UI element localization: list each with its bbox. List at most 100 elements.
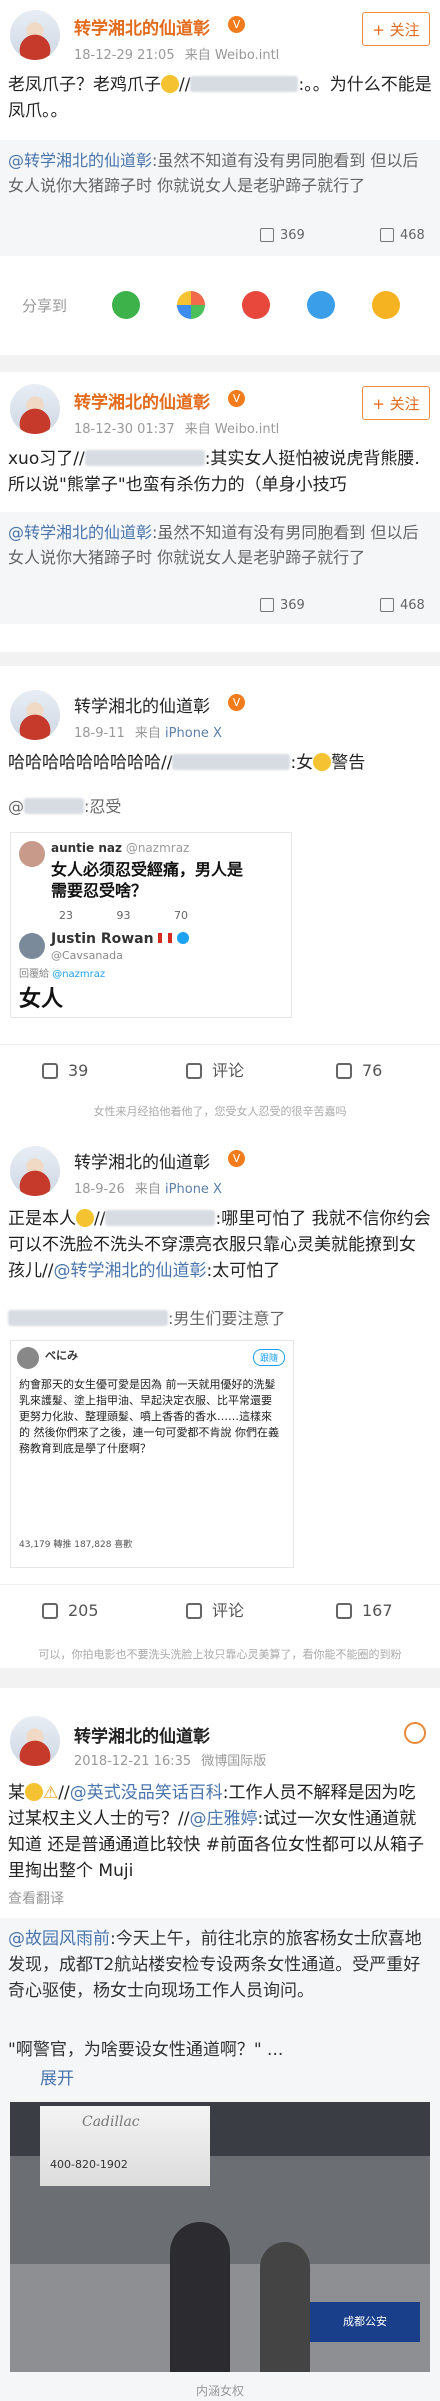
like-button[interactable]: 167 — [336, 1585, 393, 1637]
avatar[interactable] — [10, 1146, 60, 1196]
tweet2-handle: @Cavsanada — [51, 949, 123, 962]
repost-photo[interactable]: Cadillac 400-820-1902 成都公安 — [10, 2102, 430, 2372]
blurred-username — [8, 1310, 168, 1326]
tweet-text: 約會那天的女生優可愛是因為 前一天就用優好的洗髮乳來護髮、塗上指甲油、早起決定衣… — [19, 1378, 279, 1455]
like-button[interactable]: 76 — [336, 1045, 382, 1097]
translate-link[interactable]: 查看翻译 — [8, 1888, 64, 1908]
separator — [0, 652, 440, 666]
source-prefix: 来自 — [184, 48, 211, 63]
like-count[interactable]: 468 — [380, 598, 425, 613]
post-meta: 2018-12-21 16:35 微博国际版 — [74, 1754, 267, 1769]
repost-icon — [42, 1603, 58, 1619]
username[interactable]: 转学湘北的仙道彰 — [74, 14, 210, 39]
post-card: 转学湘北的仙道彰 V 18-12-29 21:05 来自 Weibo.intl … — [0, 0, 440, 355]
verified-badge: V — [228, 390, 245, 407]
username[interactable]: 转学湘北的仙道彰 — [74, 692, 210, 717]
post-meta: 18-9-26 来自 iPhone X — [74, 1182, 222, 1197]
repost-block: @转学湘北的仙道彰:虽然不知道有没有男同胞看到 但以后女人说你大猪蹄子时 你就说… — [0, 512, 440, 624]
post-meta: 18-12-30 01:37 来自 Weibo.intl — [74, 422, 280, 437]
verified-check-icon — [177, 932, 190, 944]
weibo-icon[interactable] — [242, 291, 270, 319]
action-bar: 39 评论 76 — [0, 1044, 440, 1097]
mention-link[interactable]: @故园风雨前 — [8, 1929, 110, 1949]
avatar[interactable] — [10, 690, 60, 740]
ad-panel: Cadillac 400-820-1902 — [40, 2106, 210, 2186]
mention-link[interactable]: @英式没品笑话百科 — [70, 1783, 223, 1803]
post-text: 老凤爪子？老鸡爪子//:。。为什么不能是凤爪。。 — [8, 75, 432, 121]
comment-button[interactable]: 评论 — [186, 1585, 244, 1637]
emoji-icon — [313, 753, 332, 771]
username[interactable]: 转学湘北的仙道彰 — [74, 1148, 210, 1173]
blurred-username — [24, 798, 84, 814]
tweet2-author: Justin Rowan — [51, 931, 190, 947]
moments-icon[interactable] — [177, 291, 205, 319]
verified-badge: V — [228, 16, 245, 33]
qzone-icon[interactable] — [372, 291, 400, 319]
blurred-username — [190, 76, 299, 92]
qq-icon[interactable] — [307, 291, 335, 319]
tweet-stats: 23 93 70 — [59, 909, 188, 922]
tweet-avatar — [17, 1347, 39, 1369]
mention-link[interactable]: @庄雅婷 — [189, 1809, 257, 1829]
post-card: 转学湘北的仙道彰 V 18-12-30 01:37 来自 Weibo.intl … — [0, 372, 440, 652]
avatar[interactable] — [10, 10, 60, 60]
emoji-icon — [161, 75, 179, 93]
photo-caption: 内涵女权 — [195, 2384, 244, 2398]
mention-link[interactable]: @转学湘北的仙道彰 — [53, 1261, 206, 1281]
repost-text: @:忍受 — [8, 797, 122, 816]
post-meta: 18-9-11 来自 iPhone X — [74, 726, 222, 741]
tweet2-reply: 回覆給 @nazmraz — [19, 969, 106, 980]
avatar[interactable] — [10, 1716, 60, 1766]
overlay-notice: 可以，你拍电影也不要洗头洗脸上妆只靠心灵美算了，看你能不能圈的到粉 — [38, 1648, 402, 1661]
mention-link[interactable]: @转学湘北的仙道彰 — [8, 523, 152, 542]
post-card: 转学湘北的仙道彰 V 18-9-26 来自 iPhone X 正是本人//:哪里… — [0, 1122, 440, 1668]
post-card: 转学湘北的仙道彰 2018-12-21 16:35 微博国际版 某 ⚠//@英式没… — [0, 1688, 440, 2401]
repost-icon — [260, 228, 274, 242]
like-count[interactable]: 468 — [380, 228, 425, 243]
post-text: 某 ⚠//@英式没品笑话百科:工作人员不解释是因为吃过某权主义人士的亏？//@庄雅… — [8, 1783, 425, 1881]
separator — [0, 355, 440, 372]
blurred-username — [105, 1210, 216, 1226]
blurred-username — [84, 450, 205, 466]
tweet-screenshot[interactable]: auntie naz @nazmraz 女人必须忍受經痛，男人是需要忍受啥？ 2… — [10, 832, 292, 1018]
repost-text: @故园风雨前:今天上午，前往北京的旅客杨女士欣喜地发现，成都T2航站楼安检专设两… — [8, 1929, 422, 2001]
username[interactable]: 转学湘北的仙道彰 — [74, 388, 210, 413]
source-app: Weibo.intl — [214, 48, 280, 63]
repost-count[interactable]: 369 — [260, 228, 305, 243]
username[interactable]: 转学湘北的仙道彰 — [74, 1722, 210, 1747]
tweet-screenshot[interactable]: べにみ 跟隨 約會那天的女生優可愛是因為 前一天就用優好的洗髮乳來護髮、塗上指甲… — [10, 1340, 294, 1568]
comment-button[interactable]: 评论 — [186, 1045, 244, 1097]
tweet-follow-button: 跟隨 — [252, 1349, 285, 1366]
action-bar: 205 评论 167 — [0, 1584, 440, 1637]
post-text: xuo习了//:其实女人挺怕被说虎背熊腰. 所以说"熊掌子"也蛮有杀伤力的（单身… — [8, 449, 420, 495]
blurred-username — [172, 754, 291, 770]
repost-button[interactable]: 205 — [42, 1585, 99, 1637]
tweet-text: 女人必须忍受經痛，男人是需要忍受啥？ — [51, 860, 244, 900]
avatar[interactable] — [10, 384, 60, 434]
repost-button[interactable]: 39 — [42, 1045, 88, 1097]
tweet-author: auntie naz @nazmraz — [51, 841, 190, 855]
post-card: 转学湘北的仙道彰 V 18-9-11 来自 iPhone X 哈哈哈哈哈哈哈哈哈… — [0, 666, 440, 1122]
follow-button[interactable]: + 关注 — [362, 12, 430, 46]
like-icon — [336, 1603, 352, 1619]
wechat-icon[interactable] — [112, 291, 140, 319]
tweet-avatar — [19, 841, 45, 867]
repost-text: @转学湘北的仙道彰:虽然不知道有没有男同胞看到 但以后女人说你大猪蹄子时 你就说… — [8, 523, 419, 567]
repost-text: :男生们要注意了 — [8, 1306, 432, 1332]
post-meta: 18-12-29 21:05 来自 Weibo.intl — [74, 44, 279, 63]
mention-link[interactable]: @转学湘北的仙道彰 — [8, 151, 152, 170]
repost-count[interactable]: 369 — [260, 598, 305, 613]
share-label: 分享到 — [22, 297, 68, 315]
comment-icon — [186, 1603, 202, 1619]
like-icon — [380, 598, 394, 612]
repost-quote: "啊警官，为啥要设女性通道啊？" ... — [8, 2040, 284, 2060]
expand-link[interactable]: 展开 — [40, 2064, 74, 2089]
like-icon — [380, 228, 394, 242]
add-friend-icon[interactable] — [404, 1722, 426, 1744]
repost-icon — [42, 1063, 58, 1079]
follow-button[interactable]: + 关注 — [362, 386, 430, 420]
repost-block: @转学湘北的仙道彰:虽然不知道有没有男同胞看到 但以后女人说你大猪蹄子时 你就说… — [0, 140, 440, 256]
repost-block: @故园风雨前:今天上午，前往北京的旅客杨女士欣喜地发现，成都T2航站楼安检专设两… — [0, 1918, 440, 2401]
verified-badge: V — [228, 1150, 245, 1167]
post-text: 正是本人//:哪里可怕了 我就不信你约会可以不洗脸不洗头不穿漂亮衣服只靠心灵美就… — [8, 1209, 431, 1281]
